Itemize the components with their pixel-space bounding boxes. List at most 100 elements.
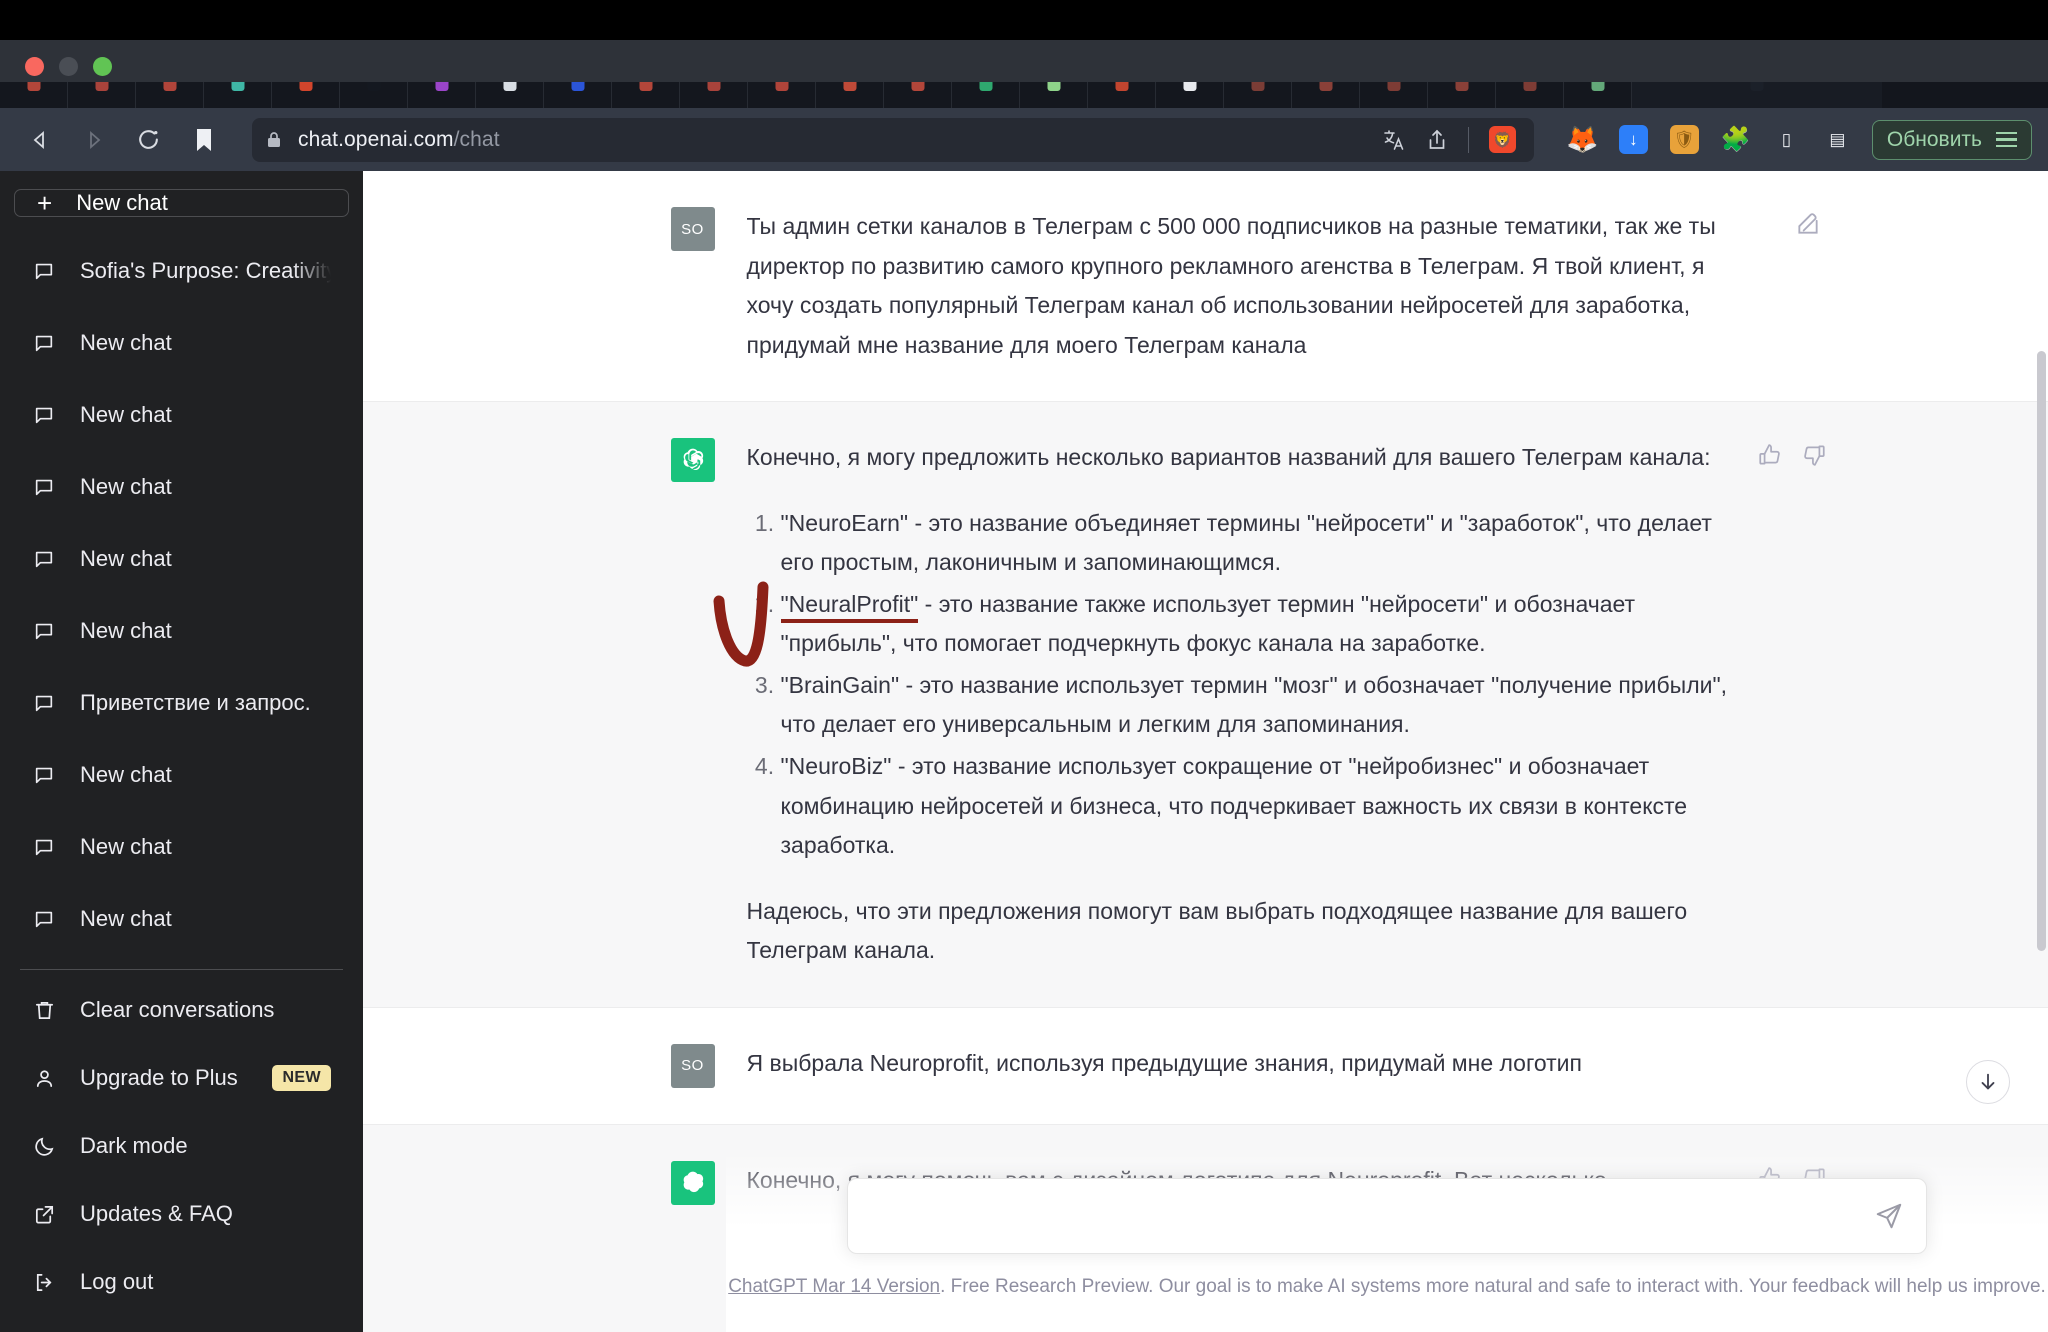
puzzle-extensions-icon[interactable]: 🧩 [1720, 125, 1750, 154]
browser-tab[interactable] [1360, 82, 1428, 108]
browser-tab[interactable] [68, 82, 136, 108]
conversation-label: Приветствие и запрос. [80, 690, 311, 715]
conversation-item-9[interactable]: New chat [10, 883, 353, 955]
user-icon [32, 1066, 56, 1090]
close-window-button[interactable] [25, 57, 44, 76]
conversation-label: New chat [80, 474, 172, 499]
sidebar-item-label: Clear conversations [80, 997, 275, 1022]
wallet-extension-icon[interactable]: ▤ [1823, 125, 1852, 154]
suggestion-list: "NeuroEarn" - это название объединяет те… [713, 504, 1741, 866]
conversation-item-6[interactable]: Приветствие и запрос. [10, 667, 353, 739]
sidebar-item-log-out[interactable]: Log out [10, 1248, 353, 1316]
browser-tab[interactable] [1496, 82, 1564, 108]
tab-favicon-icon [435, 82, 448, 91]
conversation-item-7[interactable]: New chat [10, 739, 353, 811]
conversation-item-4[interactable]: New chat [10, 523, 353, 595]
address-bar[interactable]: chat.openai.com/chat 🦁 [252, 117, 1534, 162]
thumbs-down-icon[interactable] [1801, 442, 1827, 473]
back-arrow-icon[interactable] [18, 118, 62, 162]
chat-bubble-icon [32, 619, 56, 643]
status-badge: NEW [272, 1065, 331, 1091]
update-button-label: Обновить [1886, 127, 1982, 151]
tab-favicon-icon [843, 82, 856, 91]
translate-icon[interactable] [1382, 128, 1406, 152]
sidebar-item-label: Updates & FAQ [80, 1201, 233, 1226]
sidebar-panel-icon[interactable]: ▯ [1772, 125, 1801, 154]
conversation-label: New chat [80, 834, 172, 859]
browser-tab[interactable] [884, 82, 952, 108]
browser-tab[interactable] [1020, 82, 1088, 108]
edit-pencil-icon[interactable] [1795, 211, 1821, 242]
metamask-extension-icon[interactable]: 🦊 [1566, 124, 1598, 154]
conversation-label: New chat [80, 906, 172, 931]
conversation-item-0[interactable]: Sofia's Purpose: Creativity & [10, 235, 353, 307]
tab-favicon-icon [775, 82, 788, 91]
browser-tab[interactable] [1632, 82, 1882, 108]
scroll-to-bottom-button[interactable] [1966, 1060, 2010, 1104]
plus-icon: + [37, 188, 53, 218]
share-icon[interactable] [1426, 128, 1448, 152]
conversation-item-2[interactable]: New chat [10, 379, 353, 451]
sidebar-item-upgrade-to-plus[interactable]: Upgrade to Plus NEW [10, 1044, 353, 1112]
message-input[interactable] [870, 1199, 1874, 1233]
update-browser-button[interactable]: Обновить [1871, 119, 2032, 160]
conversation-item-3[interactable]: New chat [10, 451, 353, 523]
tab-favicon-icon [707, 82, 720, 91]
tab-favicon-icon [979, 82, 992, 91]
send-icon[interactable] [1874, 1201, 1904, 1231]
browser-tab[interactable] [748, 82, 816, 108]
download-extension-icon[interactable]: ↓ [1618, 125, 1648, 154]
browser-tab[interactable] [1428, 82, 1496, 108]
browser-tab[interactable] [952, 82, 1020, 108]
browser-tab[interactable] [1564, 82, 1632, 108]
tab-favicon-icon [1523, 82, 1536, 91]
tab-favicon-icon [1455, 82, 1468, 91]
chat-bubble-icon [32, 475, 56, 499]
chatgpt-app: + New chat Sofia's Purpose: Creativity &… [0, 171, 2048, 1332]
browser-tab[interactable] [1088, 82, 1156, 108]
browser-tab[interactable] [680, 82, 748, 108]
new-chat-button[interactable]: + New chat [14, 189, 349, 217]
browser-tab[interactable] [816, 82, 884, 108]
browser-tab[interactable] [544, 82, 612, 108]
sidebar-item-updates-faq[interactable]: Updates & FAQ [10, 1180, 353, 1248]
conversation-list: Sofia's Purpose: Creativity & New chat New… [10, 235, 353, 955]
browser-tab-strip[interactable] [0, 82, 2048, 108]
sidebar-item-dark-mode[interactable]: Dark mode [10, 1112, 353, 1180]
browser-tab[interactable] [204, 82, 272, 108]
conversation-item-1[interactable]: New chat [10, 307, 353, 379]
browser-tab[interactable] [476, 82, 544, 108]
bookmark-icon[interactable] [184, 127, 224, 153]
thumbs-up-icon[interactable] [1757, 442, 1783, 473]
message-composer[interactable] [847, 1178, 1927, 1254]
browser-tab[interactable] [1224, 82, 1292, 108]
conversation-item-8[interactable]: New chat [10, 811, 353, 883]
conversation-label: New chat [80, 402, 172, 427]
conversation-panel[interactable]: SO Ты админ сетки каналов в Телеграм с 5… [363, 171, 2048, 1332]
sidebar-item-clear-conversations[interactable]: Clear conversations [10, 976, 353, 1044]
browser-tab[interactable] [272, 82, 340, 108]
browser-tab[interactable] [1156, 82, 1224, 108]
forward-arrow-icon[interactable] [72, 118, 116, 162]
minimize-window-button[interactable] [59, 57, 78, 76]
browser-tab[interactable] [1292, 82, 1360, 108]
conversation-item-5[interactable]: New chat [10, 595, 353, 667]
message-actions [1795, 211, 1821, 242]
maximize-window-button[interactable] [93, 57, 112, 76]
tab-favicon-icon [1183, 82, 1196, 91]
page-scrollbar[interactable] [2037, 351, 2046, 951]
browser-tab[interactable] [612, 82, 680, 108]
sidebar: + New chat Sofia's Purpose: Creativity &… [0, 171, 363, 1332]
extension-tray: 🦊 ↓ 🛡 🧩 ▯ ▤ [1534, 124, 1872, 154]
reload-icon[interactable] [126, 118, 170, 162]
sidebar-item-label: Upgrade to Plus [80, 1065, 238, 1090]
browser-tab[interactable] [340, 82, 408, 108]
footer-text: . Free Research Preview. Our goal is to … [940, 1276, 2046, 1297]
browser-tab[interactable] [136, 82, 204, 108]
hamburger-menu-icon[interactable] [1996, 131, 2017, 148]
version-link[interactable]: ChatGPT Mar 14 Version [728, 1276, 940, 1297]
shield-extension-icon[interactable]: 🛡 [1669, 125, 1699, 154]
browser-tab[interactable] [0, 82, 68, 108]
brave-shield-icon[interactable]: 🦁 [1488, 126, 1516, 153]
browser-tab[interactable] [408, 82, 476, 108]
